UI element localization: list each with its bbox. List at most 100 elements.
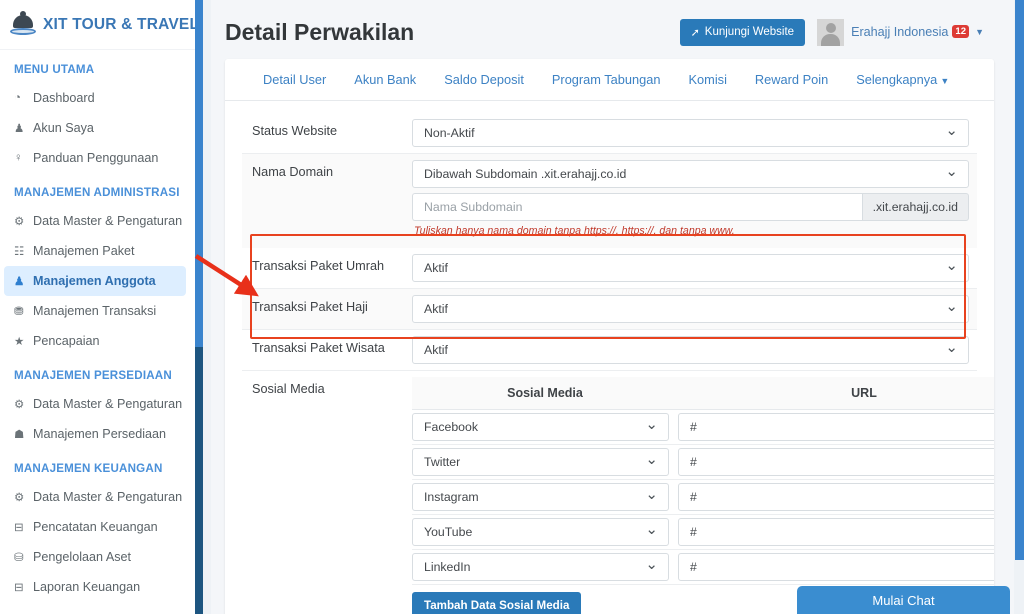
- red-arrow-pointer-icon: [194, 254, 259, 297]
- add-sosial-media-button[interactable]: Tambah Data Sosial Media: [412, 592, 582, 614]
- subdomain-addon: .xit.erahajj.co.id: [861, 193, 969, 221]
- select-transaksi-paket-haji[interactable]: Aktif: [412, 293, 969, 323]
- sidebar-item-manajemen-paket[interactable]: ☷ Manajemen Paket: [0, 236, 195, 266]
- whatsapp-chat-widget[interactable]: Mulai Chat: [797, 586, 1010, 614]
- chat-widget-label: Mulai Chat: [872, 592, 935, 608]
- tab-selengkapnya[interactable]: Selengkapnya ▼: [856, 72, 949, 87]
- table-row: LinkedIn#×: [412, 550, 994, 585]
- sidebar-item-label: Manajemen Anggota: [33, 274, 156, 288]
- domain-help-text: Tuliskan hanya nama domain tanpa https:/…: [414, 225, 735, 237]
- brand-name: XIT TOUR & TRAVEL: [43, 15, 195, 33]
- sosial-media-url-input[interactable]: #: [678, 483, 994, 511]
- globe-icon: ◔: [14, 92, 21, 104]
- sidebar-item-data-master-pengaturan[interactable]: ⚙ Data Master & Pengaturan: [0, 389, 195, 419]
- nama-domain-select[interactable]: Dibawah Subdomain .xit.erahajj.co.id: [412, 158, 969, 188]
- sidebar-item-label: Dashboard: [33, 91, 95, 105]
- sidebar-item-label: Pengelolaan Aset: [33, 550, 132, 564]
- sidebar-nav: MENU UTAMA ◔ Dashboard ♟ Akun Saya ♀ Panduan P…: [0, 50, 195, 602]
- sidebar-scroll-thumb-lower[interactable]: [195, 347, 203, 614]
- sidebar-section-header: MANAJEMEN KEUANGAN: [14, 462, 163, 475]
- sidebar-item-manajemen-transaksi[interactable]: ⛃ Manajemen Transaksi: [0, 296, 195, 326]
- sidebar-item-manajemen-anggota[interactable]: ♟ Manajemen Anggota: [4, 266, 186, 296]
- tab-bar: Detail User Akun Bank Saldo Deposit Program…: [225, 59, 994, 101]
- sidebar-item-label: Pencapaian: [33, 334, 100, 348]
- sidebar-item-label: Manajemen Transaksi: [33, 304, 157, 318]
- tab-label: Komisi: [688, 72, 727, 87]
- brand-logo-area[interactable]: XIT TOUR & TRAVEL: [0, 0, 195, 50]
- app-root: XIT TOUR & TRAVEL MENU UTAMA ◔ Dashboard ♟ A…: [0, 0, 1024, 614]
- label-status-website: Status Website: [252, 124, 338, 138]
- tab-saldo-deposit[interactable]: Saldo Deposit: [444, 72, 524, 87]
- tab-reward-poin[interactable]: Reward Poin: [755, 72, 828, 87]
- boxes-icon: ☗: [14, 429, 25, 441]
- label-nama-domain: Nama Domain: [252, 165, 334, 179]
- page-scroll-thumb[interactable]: [1015, 0, 1024, 560]
- caret-down-icon[interactable]: ▼: [975, 27, 984, 37]
- notification-badge[interactable]: 12: [952, 24, 970, 38]
- row-transaksi-paket-haji: Transaksi Paket Haji Aktif: [242, 289, 977, 330]
- sidebar-item-pengelolaan-aset[interactable]: ⛁ Pengelolaan Aset: [0, 542, 195, 572]
- sidebar-item-label: Panduan Penggunaan: [33, 151, 159, 165]
- tab-label: Saldo Deposit: [444, 72, 524, 87]
- sidebar-section-header: MANAJEMEN ADMINISTRASI: [14, 186, 180, 199]
- sosial-media-url-input[interactable]: #: [678, 518, 994, 546]
- sidebar-item-akun-saya[interactable]: ♟ Akun Saya: [0, 113, 195, 143]
- main-content: Detail Perwakilan ➚ Kunjungi Website Era…: [211, 0, 1014, 614]
- label-transaksi: Transaksi Paket Haji: [252, 300, 368, 314]
- sosial-media-url-input[interactable]: #: [678, 413, 994, 441]
- sidebar-item-label: Data Master & Pengaturan: [33, 397, 183, 411]
- sidebar-item-manajemen-persediaan[interactable]: ☗ Manajemen Persediaan: [0, 419, 195, 449]
- status-website-select[interactable]: Non-Aktif: [412, 117, 969, 147]
- user-icon: ♟: [14, 123, 25, 135]
- tab-komisi[interactable]: Komisi: [689, 72, 727, 87]
- subdomain-input-group: Nama Subdomain .xit.erahajj.co.id: [412, 193, 969, 221]
- sosial-media-select[interactable]: YouTube: [412, 516, 669, 546]
- sidebar-item-pencapaian[interactable]: ★ Pencapaian: [0, 326, 195, 356]
- sidebar-section-header: MENU UTAMA: [14, 63, 95, 76]
- tab-label: Akun Bank: [354, 72, 417, 87]
- select-transaksi-paket-wisata[interactable]: Aktif: [412, 334, 969, 364]
- label-sosial-media: Sosial Media: [252, 382, 325, 396]
- sosial-media-url-input[interactable]: #: [678, 448, 994, 476]
- sosial-media-select[interactable]: Facebook: [412, 411, 669, 441]
- table-row: Instagram#×: [412, 480, 994, 515]
- sosial-media-select[interactable]: LinkedIn: [412, 551, 669, 581]
- select-transaksi-paket-umrah[interactable]: Aktif: [412, 252, 969, 282]
- tab-label: Detail User: [263, 72, 327, 87]
- tab-akun-bank[interactable]: Akun Bank: [354, 72, 416, 87]
- page-title: Detail Perwakilan: [225, 18, 415, 45]
- avatar[interactable]: [817, 18, 845, 46]
- star-award-icon: ★: [14, 336, 25, 348]
- tab-detail-user[interactable]: Detail User: [263, 72, 326, 87]
- cart-icon: ⛃: [14, 306, 24, 318]
- sidebar-item-label: Manajemen Persediaan: [33, 427, 167, 441]
- sidebar-scroll-track[interactable]: [203, 0, 211, 614]
- sidebar-item-pencatatan-keuangan[interactable]: ⊟ Pencatatan Keuangan: [0, 512, 195, 542]
- sidebar-item-data-master-pengaturan[interactable]: ⚙ Data Master & Pengaturan: [0, 206, 195, 236]
- visit-website-label: Kunjungi Website: [704, 26, 795, 38]
- tab-program-tabungan[interactable]: Program Tabungan: [552, 72, 661, 87]
- sidebar-item-laporan-keuangan[interactable]: ⊟ Laporan Keuangan: [0, 572, 195, 602]
- table-row: Facebook#×: [412, 410, 994, 445]
- cogs-icon: ⚙: [14, 399, 25, 411]
- visit-website-button[interactable]: ➚ Kunjungi Website: [679, 18, 806, 46]
- sidebar-item-panduan-penggunaan[interactable]: ♀ Panduan Penggunaan: [0, 143, 195, 173]
- cogs-icon: ⚙: [14, 492, 25, 504]
- column-header-media: Sosial Media: [507, 386, 583, 400]
- sosial-media-url-input[interactable]: #: [678, 553, 994, 581]
- sosial-media-select[interactable]: Instagram: [412, 481, 669, 511]
- report-icon: ⊟: [14, 582, 24, 594]
- sidebar-item-label: Data Master & Pengaturan: [33, 490, 183, 504]
- label-transaksi: Transaksi Paket Umrah: [252, 259, 385, 273]
- briefcase-icon: ⛁: [14, 552, 24, 564]
- detail-card: Detail User Akun Bank Saldo Deposit Program…: [225, 59, 994, 614]
- sidebar-item-dashboard[interactable]: ◔ Dashboard: [0, 83, 195, 113]
- external-link-icon: ➚: [690, 26, 700, 39]
- caret-down-icon: ▼: [940, 76, 950, 86]
- subdomain-input[interactable]: Nama Subdomain: [412, 193, 862, 221]
- sidebar-item-data-master-pengaturan[interactable]: ⚙ Data Master & Pengaturan: [0, 482, 195, 512]
- user-name[interactable]: Erahajj Indonesia: [851, 25, 948, 39]
- sosial-media-table-header: Sosial Media URL Opsi: [412, 377, 994, 410]
- sosial-media-select[interactable]: Twitter: [412, 446, 669, 476]
- transaksi-group: Transaksi Paket UmrahAktifTransaksi Pake…: [242, 248, 977, 371]
